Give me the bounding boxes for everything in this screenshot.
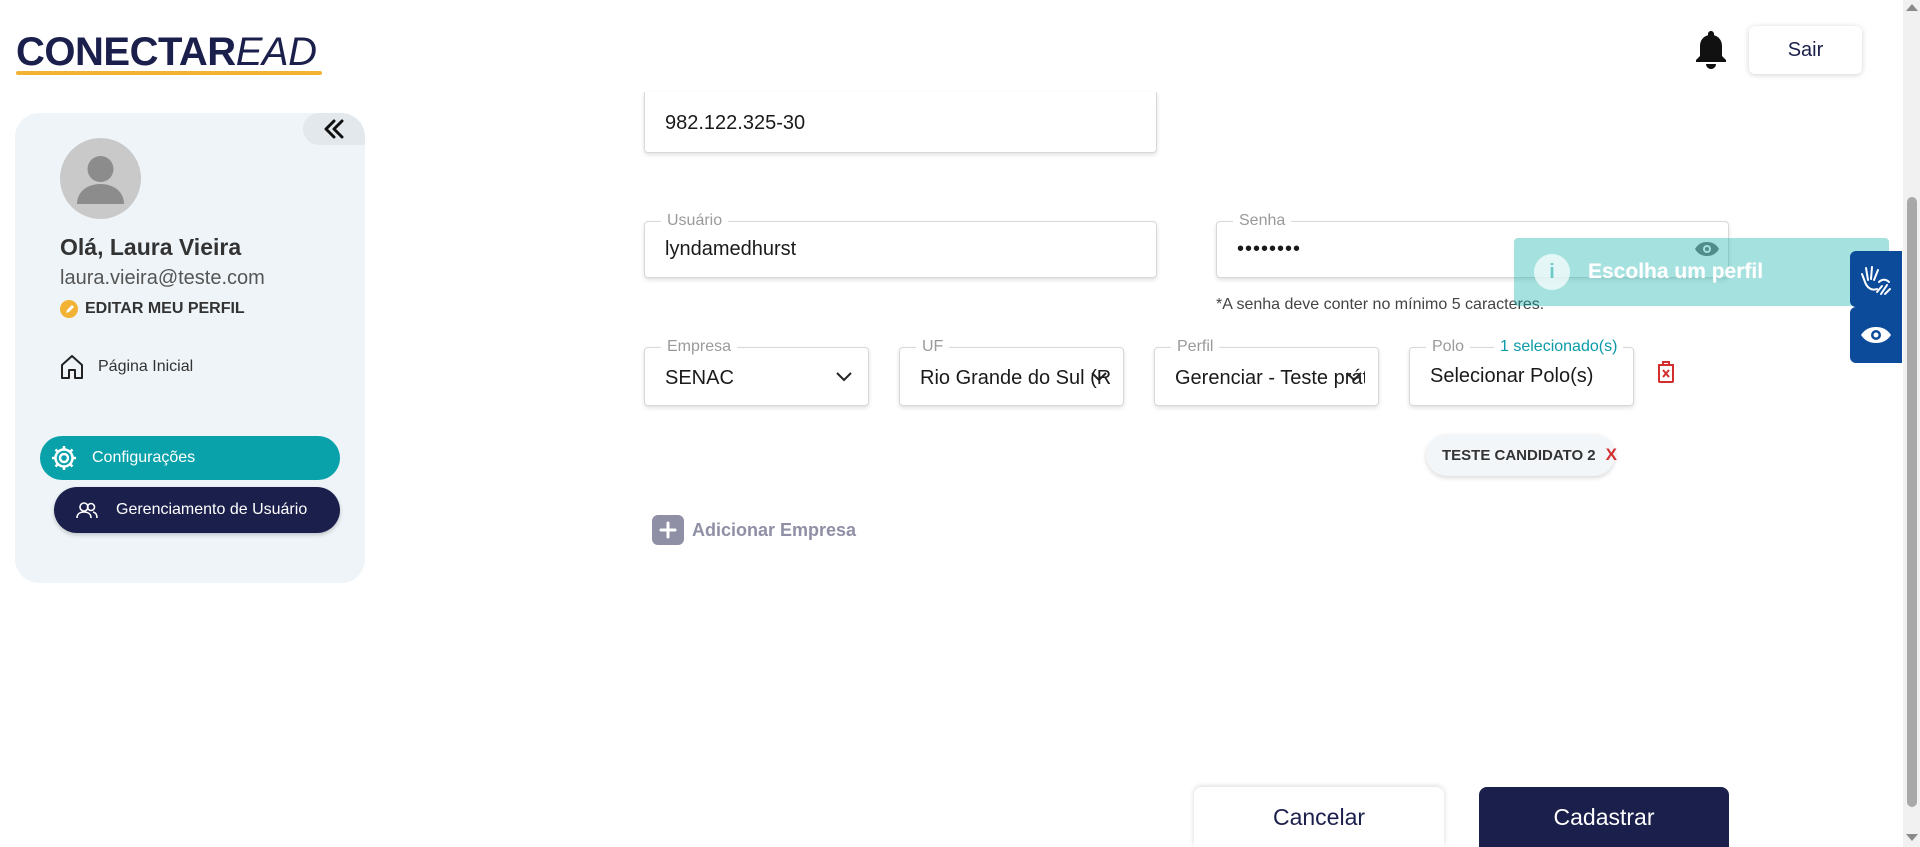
polo-selected-count: 1 selecionado(s) (1494, 339, 1624, 355)
cancel-button[interactable]: Cancelar (1194, 787, 1444, 847)
senha-label: Senha (1233, 213, 1292, 229)
hands-icon (1861, 266, 1891, 295)
password-hint: *A senha deve conter no mínimo 5 caracte… (1216, 296, 1545, 313)
logout-button[interactable]: Sair (1749, 26, 1862, 74)
add-company-label: Adicionar Empresa (692, 519, 857, 540)
scrollbar-thumb[interactable] (1907, 197, 1917, 807)
eye-icon (1861, 327, 1891, 343)
senha-value: •••••••• (1237, 238, 1302, 260)
cpf-field[interactable]: 982.122.325-30 (644, 92, 1157, 153)
scroll-up-arrow-icon[interactable] (1906, 4, 1918, 11)
edit-profile-label: EDITAR MEU PERFIL (85, 300, 245, 317)
sidebar-item-label: Gerenciamento de Usuário (116, 501, 308, 518)
sign-language-button[interactable] (1850, 251, 1902, 307)
polo-select[interactable]: Polo 1 selecionado(s) Selecionar Polo(s) (1409, 339, 1634, 406)
sidebar-item-configuracoes[interactable]: Configurações (40, 436, 340, 480)
sidebar-item-label: Página Inicial (98, 358, 194, 375)
remove-chip-button[interactable]: X (1606, 445, 1617, 465)
logo-bold-text: CONECTAR (16, 30, 236, 74)
avatar (60, 138, 141, 219)
uf-select[interactable]: UF Rio Grande do Sul (RS) (899, 339, 1124, 406)
uf-value: Rio Grande do Sul (RS) (920, 367, 1110, 389)
cpf-value: 982.122.325-30 (665, 112, 806, 134)
chevron-down-icon (836, 371, 852, 381)
user-greeting: Olá, Laura Vieira (60, 234, 242, 260)
polo-value: Selecionar Polo(s) (1430, 365, 1594, 387)
logo-italic-text: EAD (235, 30, 317, 74)
app-logo[interactable]: CONECTAREAD (16, 28, 317, 76)
polo-label: Polo (1426, 339, 1471, 355)
add-company-button[interactable]: Adicionar Empresa (652, 515, 856, 545)
empresa-select[interactable]: Empresa SENAC (644, 339, 869, 406)
perfil-value: Gerenciar - Teste prático (1175, 367, 1365, 389)
edit-profile-link[interactable]: EDITAR MEU PERFIL (60, 300, 245, 318)
empresa-label: Empresa (661, 339, 738, 355)
logo-underline (16, 71, 322, 75)
chip-label: TESTE CANDIDATO 2 (1442, 446, 1596, 464)
usuario-value: lyndamedhurst (665, 238, 797, 260)
perfil-select[interactable]: Perfil Gerenciar - Teste prático (1154, 339, 1379, 406)
usuario-field[interactable]: Usuário lyndamedhurst (644, 213, 1157, 278)
toast-message: Escolha um perfil (1588, 260, 1764, 283)
scroll-down-arrow-icon[interactable] (1906, 834, 1918, 841)
visual-accessibility-button[interactable] (1850, 307, 1902, 363)
sidebar-item-home[interactable]: Página Inicial (60, 354, 193, 380)
toast-notification: i Escolha um perfil (1514, 238, 1889, 306)
uf-label: UF (916, 339, 950, 355)
plus-icon (652, 515, 684, 545)
usuario-label: Usuário (661, 213, 729, 229)
submit-button[interactable]: Cadastrar (1479, 787, 1729, 847)
info-icon: i (1534, 254, 1570, 290)
collapse-sidebar-button[interactable] (303, 113, 365, 145)
chevron-down-icon (1346, 371, 1362, 381)
notification-bell-icon[interactable] (1693, 28, 1729, 72)
double-chevron-left-icon (324, 119, 344, 139)
selected-polo-chip: TESTE CANDIDATO 2 X (1426, 434, 1617, 476)
chevron-down-icon (1091, 371, 1107, 381)
empresa-value: SENAC (665, 367, 734, 389)
sidebar-item-label: Configurações (92, 449, 196, 466)
home-icon (61, 355, 83, 379)
perfil-label: Perfil (1171, 339, 1220, 355)
users-icon (76, 502, 98, 519)
pencil-icon (60, 300, 78, 318)
user-email: laura.vieira@teste.com (60, 267, 265, 289)
delete-company-icon[interactable] (1656, 360, 1676, 384)
gear-icon (52, 446, 76, 470)
sidebar-item-user-management[interactable]: Gerenciamento de Usuário (54, 487, 340, 533)
